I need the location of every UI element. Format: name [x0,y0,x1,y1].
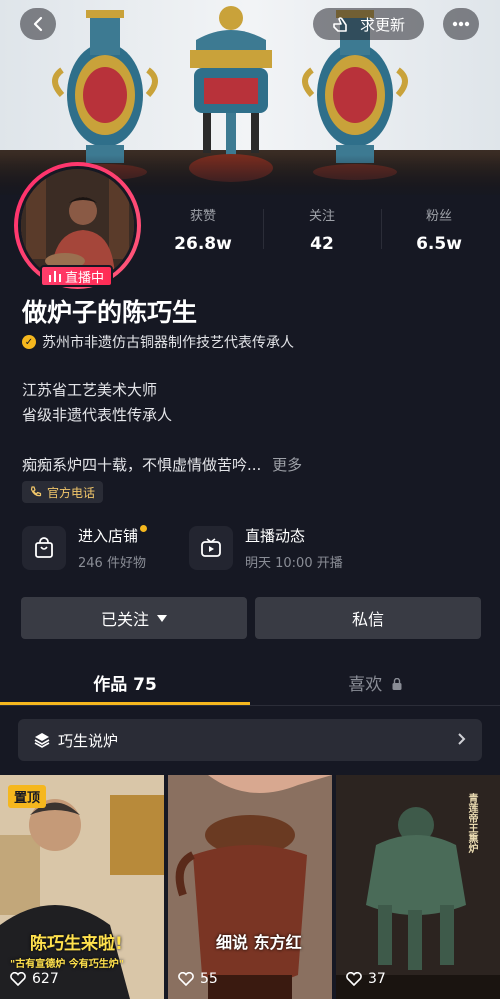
tab-divider [0,705,500,706]
layers-icon [34,733,50,748]
stat-following[interactable]: 关注 42 [272,205,372,254]
followed-button[interactable]: 已关注 [21,597,247,639]
verified-icon: ✓ [22,335,36,349]
video-thumbnail-image [168,775,332,999]
pinned-badge: 置顶 [8,785,47,808]
video-subcaption: "古有宣德炉 今有巧生炉" [10,959,124,970]
video-caption: 青莲帝王熏炉 [466,793,477,853]
heart-icon [10,972,26,986]
more-button[interactable] [443,8,479,40]
lock-icon [392,677,402,690]
stat-following-label: 关注 [308,209,335,224]
profile-tabs: 作品 75 喜欢 [0,658,500,706]
stat-followers-label: 粉丝 [425,209,452,224]
tab-likes-label: 喜欢 [348,675,383,695]
bio-line: 省级非遗代表性传承人 [22,406,173,424]
official-phone-chip[interactable]: 官方电话 [22,481,104,503]
live-badge[interactable]: 直播中 [40,265,113,287]
followed-label: 已关注 [100,610,149,629]
stat-followers[interactable]: 粉丝 6.5w [389,205,489,254]
live-schedule-entry[interactable]: 直播动态 明天 10:00 开播 [189,522,343,574]
bio-excerpt-row[interactable]: 痴痴系炉四十载，不惧虚情做苦吟... 更多 [22,454,302,475]
enter-shop-title: 进入店铺 [78,527,139,545]
stat-likes[interactable]: 获赞 26.8w [153,205,253,254]
stat-divider [263,209,264,249]
tv-play-icon [201,538,221,557]
collection-row[interactable]: 巧生说炉 [18,719,482,761]
stat-likes-value: 26.8w [174,234,232,254]
live-schedule-title: 直播动态 [245,527,306,545]
collection-label: 巧生说炉 [58,731,119,750]
bio-more-link[interactable]: 更多 [272,456,302,474]
video-likes-count: 55 [200,971,218,987]
bio-line: 江苏省工艺美术大师 [22,381,158,399]
official-phone-label: 官方电话 [47,485,96,500]
more-dots-icon [452,21,470,27]
profile-name: 做炉子的陈巧生 [22,298,198,327]
phone-icon [30,486,42,497]
request-update-button[interactable]: 求更新 [313,8,424,40]
tab-works[interactable]: 作品 75 [0,670,250,695]
video-thumbnail[interactable]: 置顶 陈巧生来啦! "古有宣德炉 今有巧生炉" 627 [0,775,164,999]
stat-following-value: 42 [310,234,334,254]
live-schedule-subtitle: 明天 10:00 开播 [245,556,343,571]
live-label: 直播中 [64,270,104,286]
message-label: 私信 [351,610,384,629]
video-likes-count: 627 [32,971,59,987]
video-likes: 55 [178,971,218,987]
tab-likes[interactable]: 喜欢 [250,670,500,695]
video-grid: 置顶 陈巧生来啦! "古有宣德炉 今有巧生炉" 627 细说 东方红 55 青莲… [0,775,500,999]
hand-point-icon [333,17,347,32]
request-update-label: 求更新 [359,15,405,34]
video-thumbnail[interactable]: 细说 东方红 55 [168,775,332,999]
back-button[interactable] [20,8,56,40]
enter-shop-entry[interactable]: 进入店铺 246 件好物 [22,522,148,574]
heart-icon [346,972,362,986]
verification-text: 苏州市非遗仿古铜器制作技艺代表传承人 [42,335,294,351]
video-likes: 627 [10,971,59,987]
video-thumbnail[interactable]: 青莲帝王熏炉 37 [336,775,500,999]
video-caption: 细说 东方红 [216,933,302,952]
video-likes-count: 37 [368,971,386,987]
new-indicator-dot [140,525,148,532]
enter-shop-subtitle: 246 件好物 [78,556,146,571]
heart-icon [178,972,194,986]
stat-followers-value: 6.5w [416,234,462,254]
video-caption: 陈巧生来啦! [30,934,123,954]
chevron-right-icon [458,731,466,749]
shopping-bag-icon-wrap [22,526,66,570]
caret-down-icon [157,614,167,622]
stat-divider [381,209,382,249]
message-button[interactable]: 私信 [255,597,481,639]
shopping-bag-icon [35,537,53,558]
back-arrow-icon [33,16,43,32]
bio-excerpt: 痴痴系炉四十载，不惧虚情做苦吟... [22,456,262,474]
live-bars-icon [48,270,61,282]
verification-row[interactable]: ✓ 苏州市非遗仿古铜器制作技艺代表传承人 [22,332,294,352]
stat-likes-label: 获赞 [189,209,216,224]
tv-play-icon-wrap [189,526,233,570]
video-likes: 37 [346,971,386,987]
